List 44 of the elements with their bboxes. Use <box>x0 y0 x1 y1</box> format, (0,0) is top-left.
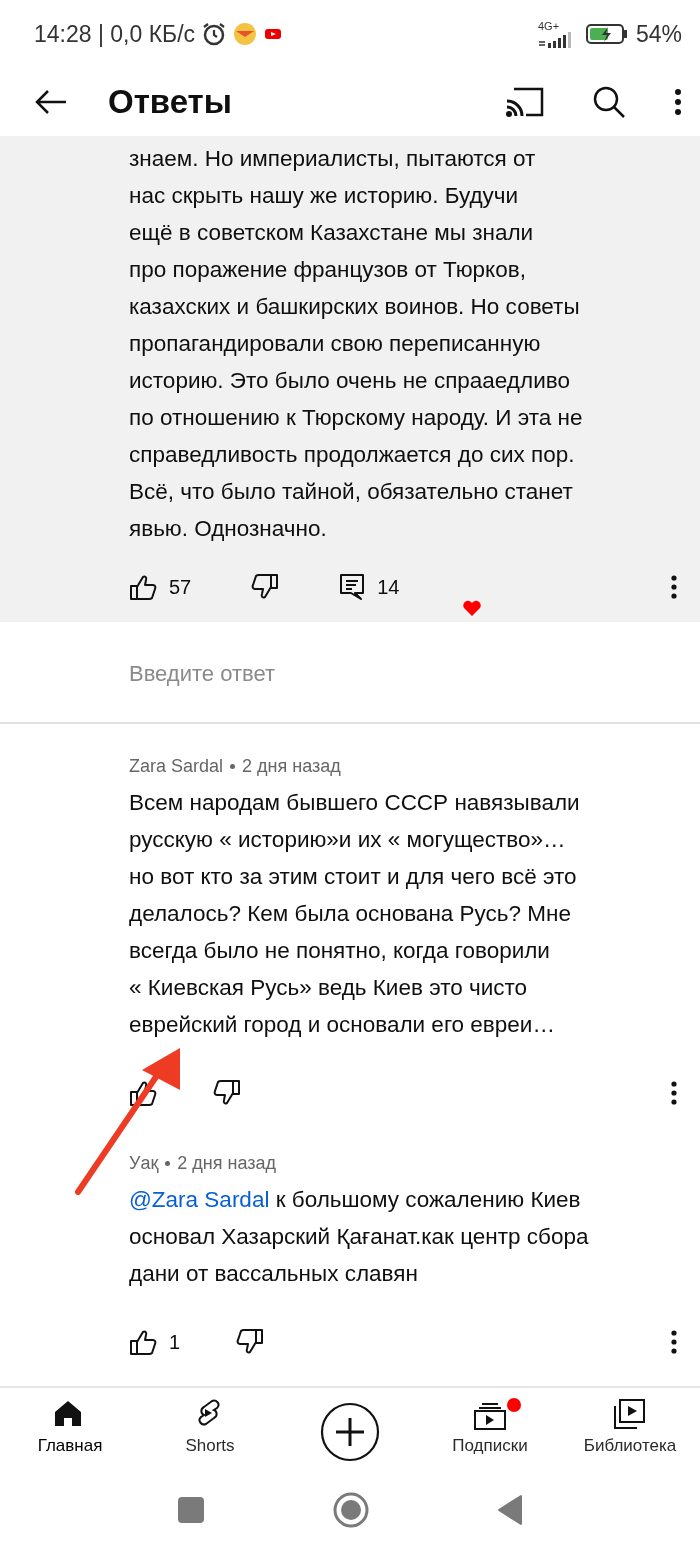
comment-text: @Zara Sardal к большому сожалению Киев основал Хазарский Қағанат.как центр сбора дани от вассальных славян <box>129 1186 590 1288</box>
like-icon[interactable] <box>129 1079 157 1107</box>
more-icon[interactable] <box>674 88 682 116</box>
dislike-icon[interactable] <box>213 1079 241 1107</box>
add-icon <box>320 1402 380 1462</box>
separator-dot <box>230 763 236 769</box>
comment-text: знаем. Но империалисты, пытаются от нас скрыть нашу же историю. Будучи ещё в советском Казахстане мы знали про поражение французов от Тюрков, казахских и башкирских воинов. Но советы пропагандировали свою переписанную историю. Это было очень не спрааедливо по отношению к Тюрскому народу. И эта не справедливость продолжается до сих пор. Всё, что было тайной, обязательно станет явью. Однозначно. <box>129 145 584 543</box>
nav-tab[interactable]: Главная <box>5 1398 135 1462</box>
envelope-icon <box>233 22 258 46</box>
more-icon[interactable] <box>670 1329 678 1355</box>
dislike-icon[interactable] <box>251 573 280 601</box>
cast-icon[interactable] <box>506 87 544 117</box>
nav-tab[interactable]: Библиотека <box>565 1398 695 1462</box>
comment-time: 2 дня назад <box>242 755 341 778</box>
comment-time: 2 дня назад <box>177 1152 277 1175</box>
search-icon[interactable] <box>592 85 626 119</box>
battery-icon <box>585 23 628 45</box>
home-button-icon[interactable] <box>333 1492 369 1528</box>
status-time: 14:28 | 0,0 КБ/с <box>34 20 196 48</box>
reply-count: 14 <box>377 575 400 599</box>
comment-author: Zara Sardal <box>129 755 224 778</box>
back-icon[interactable] <box>34 89 68 115</box>
play-icon <box>263 26 284 42</box>
comment-author: Уақ <box>129 1152 159 1175</box>
like-count: 57 <box>169 575 192 599</box>
dislike-icon[interactable] <box>236 1328 265 1356</box>
comment-text: Всем народам бывшего СССР навязывали русскую « историю»и их « могущество»… но вот кто за этим стоит и для чего всё это делалось? Кем была основана Русь? Мне всегда было не понятно, когда говорили « Киевская Русь» ведь Киев это чисто еврейский город и основали его евреи… <box>129 789 581 1039</box>
more-icon[interactable] <box>670 1080 678 1106</box>
network-type: 4G+ <box>537 20 560 32</box>
reply-icon[interactable] <box>339 573 366 601</box>
more-icon[interactable] <box>670 574 678 600</box>
battery-percent: 54% <box>635 20 682 48</box>
nav-tab[interactable]: Shorts <box>145 1398 275 1462</box>
mention-link[interactable]: @Zara Sardal <box>129 1187 270 1212</box>
separator-dot <box>165 1160 171 1166</box>
back-triangle-icon[interactable] <box>497 1494 523 1526</box>
recents-icon[interactable] <box>177 1496 205 1524</box>
like-icon[interactable] <box>129 1328 157 1356</box>
page-title: Ответы <box>108 83 233 121</box>
nav-tab[interactable]: Подписки <box>425 1398 555 1462</box>
like-count: 1 <box>169 1330 181 1354</box>
like-icon[interactable] <box>129 573 157 601</box>
reply-input-field[interactable]: Введите ответ <box>129 660 649 688</box>
library-icon <box>612 1398 648 1432</box>
